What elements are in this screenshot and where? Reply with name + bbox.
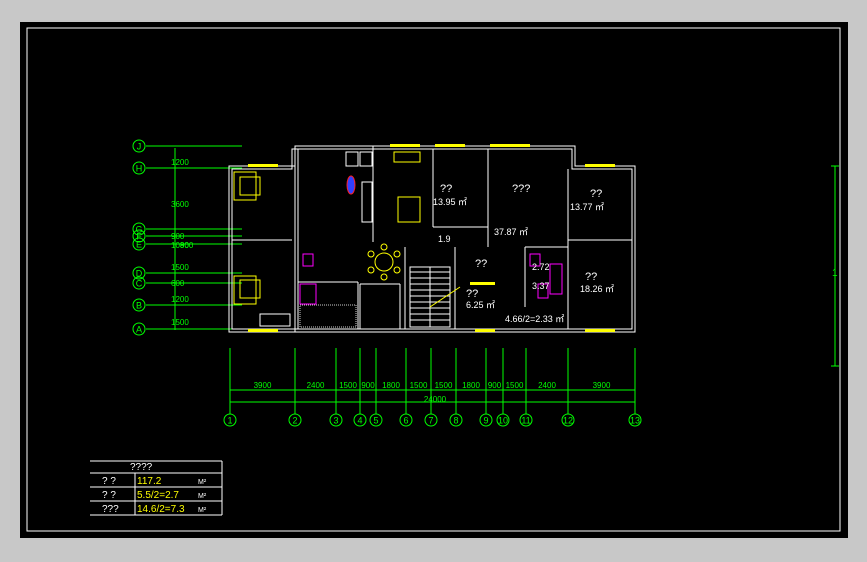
row-axis-label: B: [136, 301, 142, 311]
table-row-2-value: 5.5/2=2.7: [137, 490, 179, 501]
room-area-5: 6.25 ㎡: [466, 300, 495, 310]
col-axis-label: 10: [498, 416, 508, 426]
row-axis-group: JHGFEDCBA 1200 3600 900 1080 900 1500 60…: [132, 139, 242, 336]
row-dim-2: 3600: [171, 200, 189, 209]
col-dim-text: 3900: [593, 381, 611, 390]
row-dim-8: 1500: [171, 318, 189, 327]
col-axis-label: 4: [357, 416, 362, 426]
room-label-4: ??: [585, 271, 597, 283]
col-axis-label: 1: [227, 416, 232, 426]
row-dim-1: 1200: [171, 158, 189, 167]
right-dim-text: 1: [832, 268, 838, 279]
table-row-1-unit: M²: [198, 479, 207, 486]
row-axis-label: E: [136, 240, 142, 250]
cad-viewport[interactable]: 1 JHGFEDCBA 1200 3600 900 1080 900 1500 …: [20, 22, 848, 538]
room-label-2: ???: [512, 183, 530, 195]
table-row-2-unit: M²: [198, 493, 207, 500]
col-axis-label: 6: [403, 416, 408, 426]
col-axis-label: 5: [373, 416, 378, 426]
note-1: 1.9: [438, 234, 451, 244]
room-labels: ?? 13.95 ㎡ ??? 37.87 ㎡ ?? 13.77 ㎡ ?? 18.…: [433, 183, 614, 324]
col-dim-text: 1500: [339, 381, 357, 390]
table-row-2-label: ? ?: [102, 490, 116, 501]
table-row-3-value: 14.6/2=7.3: [137, 504, 185, 515]
col-axis-label: 7: [428, 416, 433, 426]
col-dim-text: 900: [488, 381, 502, 390]
col-axis-label: 12: [563, 416, 573, 426]
note-3: 3.37: [532, 281, 550, 291]
room-label-5: ??: [466, 288, 478, 300]
room-area-1: 13.95 ㎡: [433, 197, 467, 207]
drawing-frame: [26, 27, 841, 532]
table-title: ????: [130, 462, 153, 473]
col-dim-text: 3900: [254, 381, 272, 390]
col-axis-label: 2: [292, 416, 297, 426]
col-axis-label: 3: [333, 416, 338, 426]
col-dim-text: 900: [361, 381, 375, 390]
col-axis-label: 13: [630, 416, 640, 426]
area-table: ???? ? ? 117.2 M² ? ? 5.5/2=2.7 M² ??? 1…: [90, 460, 223, 516]
col-dim-text: 1800: [382, 381, 400, 390]
row-dim-7: 1200: [171, 295, 189, 304]
col-dim-text: 1500: [435, 381, 453, 390]
col-dim-text: 1800: [462, 381, 480, 390]
col-axis-label: 11: [521, 416, 530, 426]
walls: [228, 145, 636, 333]
row-dim-3: 900: [171, 232, 185, 241]
row-axis-label: C: [136, 279, 143, 289]
stair: [409, 266, 461, 328]
col-dim-text: 2400: [307, 381, 325, 390]
row-dim-overlap: 900: [180, 241, 194, 250]
room-area-4: 18.26 ㎡: [580, 284, 614, 294]
col-axis-label: 8: [453, 416, 458, 426]
total-width: 24000: [424, 395, 447, 404]
column-axis-group: 1 2 3 4 5 6 7 8 9 10 11 12 133900 2400 1500 900 1800 1500…: [223, 348, 642, 427]
col-dim-text: 1500: [410, 381, 428, 390]
table-row-3-label: ???: [102, 504, 119, 515]
room-label-6: ??: [475, 258, 487, 270]
col-dim-text: 1500: [506, 381, 524, 390]
room-area-2: 37.87 ㎡: [494, 227, 528, 237]
furniture: [233, 144, 615, 332]
row-axis-label: J: [137, 142, 142, 152]
row-axis-label: H: [136, 164, 143, 174]
table-row-1-value: 117.2: [137, 476, 162, 487]
table-row-3-unit: M²: [198, 507, 207, 514]
floor-plan-drawing: 1 JHGFEDCBA 1200 3600 900 1080 900 1500 …: [26, 27, 841, 532]
col-axis-label: 9: [483, 416, 488, 426]
row-dim-5: 1500: [171, 263, 189, 272]
room-area-3: 13.77 ㎡: [570, 202, 604, 212]
table-row-1-label: ? ?: [102, 476, 116, 487]
note-2: 2.72: [532, 262, 550, 272]
note-4: 4.66/2=2.33 ㎡: [505, 314, 564, 324]
col-dim-text: 2400: [538, 381, 556, 390]
row-dim-6: 600: [171, 279, 185, 288]
room-label-1: ??: [440, 183, 452, 195]
row-axis-label: A: [136, 325, 142, 335]
room-label-3: ??: [590, 188, 602, 200]
